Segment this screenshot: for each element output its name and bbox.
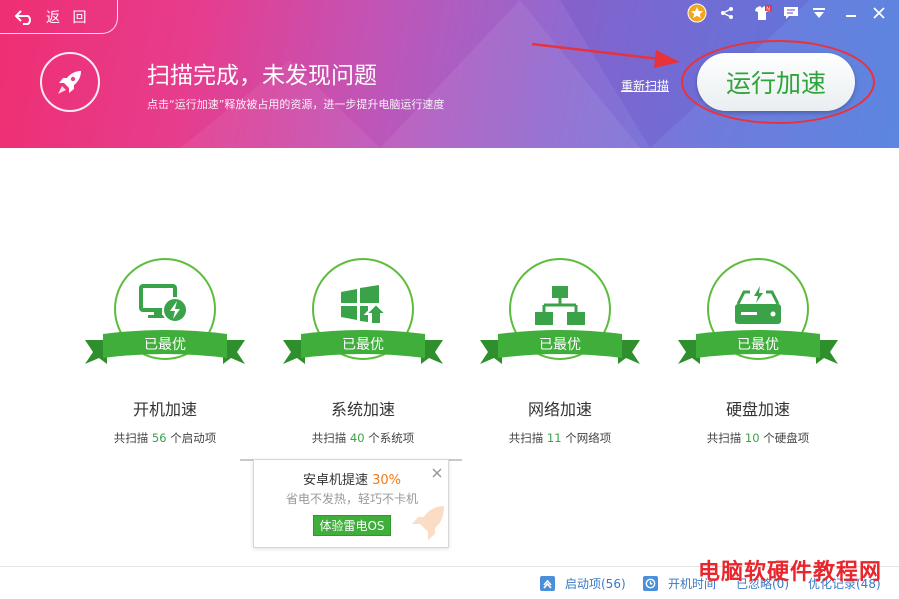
card-stat: 共扫描 40 个系统项 <box>283 430 443 446</box>
windows-upgrade-icon <box>341 285 389 325</box>
card-title: 系统加速 <box>330 400 395 419</box>
header-banner: 返 回 扫描完成，未发现问题 点击“运行加速”释放被占用的资源，进一步提升电脑运… <box>0 0 899 148</box>
status-badge: 已最优 <box>342 337 384 353</box>
watermark-text: 电脑软硬件教程网 <box>698 560 883 585</box>
popup-title: 安卓机提速 30% <box>254 469 448 488</box>
footer-label: 启动项(56) <box>565 577 626 591</box>
card-stat: 共扫描 56 个启动项 <box>85 430 245 446</box>
popup-title-text: 安卓机提速 <box>302 473 368 488</box>
hard-disk-icon <box>735 286 781 324</box>
stat-suffix: 个启动项 <box>170 431 217 445</box>
network-topology-icon <box>535 286 585 325</box>
card-title: 网络加速 <box>527 400 592 419</box>
share-icon[interactable] <box>716 4 738 22</box>
status-badge: 已最优 <box>737 337 779 353</box>
minimize-icon[interactable] <box>840 4 862 22</box>
shirt-skin-icon[interactable]: N <box>752 4 774 22</box>
startup-items-icon <box>540 576 555 591</box>
stat-prefix: 共扫描 <box>113 431 149 445</box>
stat-prefix: 共扫描 <box>706 431 742 445</box>
stat-count: 40 <box>349 431 365 445</box>
dropdown-menu-icon[interactable] <box>808 4 830 22</box>
run-accelerate-button[interactable]: 运行加速 <box>697 53 855 111</box>
page-subtitle: 点击“运行加速”释放被占用的资源，进一步提升电脑运行速度 <box>147 98 445 111</box>
stat-suffix: 个网络项 <box>565 431 612 445</box>
app-window: 返 回 扫描完成，未发现问题 点击“运行加速”释放被占用的资源，进一步提升电脑运… <box>0 0 899 599</box>
card-stat: 共扫描 10 个硬盘项 <box>678 430 838 446</box>
promo-popup: 安卓机提速 30% 省电不发热，轻巧不卡机 体验雷电OS <box>253 459 449 548</box>
stat-count: 56 <box>151 431 167 445</box>
message-icon[interactable] <box>780 4 802 22</box>
rocket-badge <box>40 52 100 112</box>
card-stat: 共扫描 11 个网络项 <box>480 430 640 446</box>
stat-count: 11 <box>546 431 562 445</box>
stat-suffix: 个系统项 <box>368 431 415 445</box>
stat-suffix: 个硬盘项 <box>763 431 810 445</box>
monitor-lightning-icon <box>139 284 188 323</box>
star-badge-icon[interactable] <box>686 3 708 23</box>
footer-startup-items[interactable]: 启动项(56) <box>540 575 626 592</box>
popup-percent: 30% <box>372 473 402 488</box>
card-system-acceleration[interactable]: 已最优 系统加速 共扫描 40 个系统项 <box>283 258 443 448</box>
status-badge: 已最优 <box>144 337 186 353</box>
stat-count: 10 <box>744 431 760 445</box>
try-os-button[interactable]: 体验雷电OS <box>313 515 391 536</box>
card-title: 开机加速 <box>132 400 197 419</box>
back-button[interactable]: 返 回 <box>0 0 118 34</box>
close-icon[interactable] <box>868 4 890 22</box>
popup-subtitle: 省电不发热，轻巧不卡机 <box>285 492 418 506</box>
popup-close-icon[interactable] <box>430 466 444 480</box>
card-startup-acceleration[interactable]: 已最优 开机加速 共扫描 56 个启动项 <box>85 258 245 448</box>
svg-text:N: N <box>766 6 770 12</box>
back-label: 返 回 <box>46 9 91 26</box>
card-title: 硬盘加速 <box>725 400 790 419</box>
card-disk-acceleration[interactable]: 已最优 硬盘加速 共扫描 10 个硬盘项 <box>678 258 838 448</box>
back-arrow-icon <box>14 9 31 25</box>
rocket-watermark-icon <box>412 506 444 540</box>
status-badge: 已最优 <box>539 337 581 353</box>
rescan-link[interactable]: 重新扫描 <box>621 77 669 94</box>
page-title: 扫描完成，未发现问题 <box>147 63 377 89</box>
rocket-icon <box>58 71 81 94</box>
clock-icon <box>643 576 658 591</box>
annotation-arrow <box>531 42 680 68</box>
stat-prefix: 共扫描 <box>311 431 347 445</box>
card-network-acceleration[interactable]: 已最优 网络加速 共扫描 11 个网络项 <box>480 258 640 448</box>
stat-prefix: 共扫描 <box>508 431 544 445</box>
